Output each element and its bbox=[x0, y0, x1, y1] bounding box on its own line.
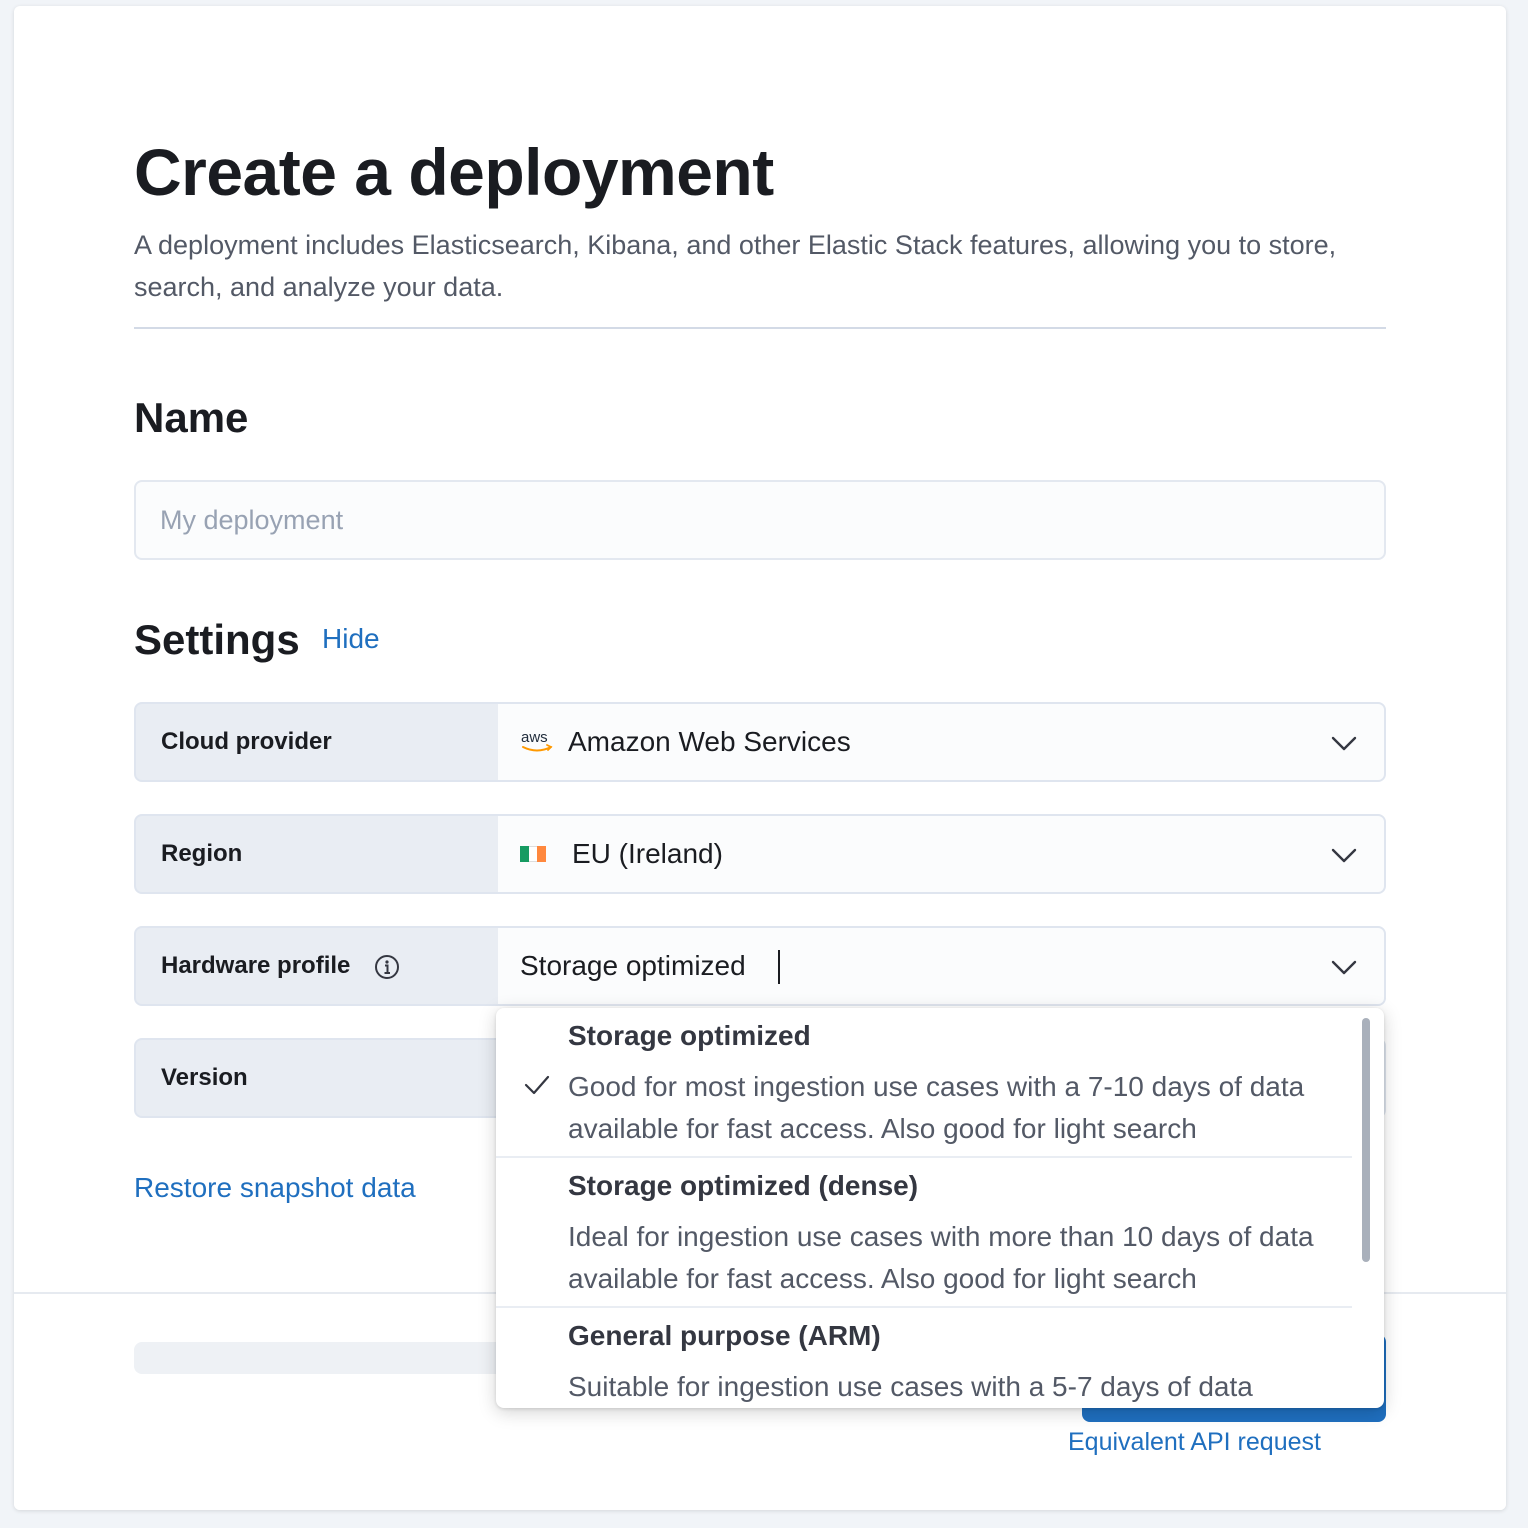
option-title: Storage optimized bbox=[568, 1020, 811, 1051]
hardware-profile-row: Hardware profile Storage optimized bbox=[134, 926, 1386, 1006]
region-label: Region bbox=[161, 840, 243, 867]
option-general-purpose-arm[interactable]: General purpose (ARM) Suitable for inges… bbox=[496, 1308, 1352, 1408]
ireland-flag-icon bbox=[520, 846, 547, 862]
hardware-profile-value: Storage optimized bbox=[520, 950, 746, 981]
text-caret bbox=[778, 950, 780, 984]
cloud-provider-value: Amazon Web Services bbox=[568, 726, 851, 757]
footer-placeholder bbox=[134, 1342, 534, 1374]
option-description: Good for most ingestion use cases with a… bbox=[568, 1071, 1305, 1144]
divider bbox=[134, 327, 1386, 329]
info-icon[interactable] bbox=[374, 954, 400, 980]
hardware-profile-dropdown: Storage optimized Good for most ingestio… bbox=[496, 1008, 1384, 1408]
name-section-title: Name bbox=[134, 394, 249, 441]
region-row: Region EU (Ireland) bbox=[134, 814, 1386, 894]
region-value: EU (Ireland) bbox=[572, 838, 723, 869]
page-title: Create a deployment bbox=[134, 135, 774, 209]
option-storage-optimized-dense[interactable]: Storage optimized (dense) Ideal for inge… bbox=[496, 1158, 1352, 1308]
cloud-provider-label: Cloud provider bbox=[161, 728, 332, 755]
option-title: General purpose (ARM) bbox=[568, 1320, 881, 1351]
hardware-profile-label: Hardware profile bbox=[161, 952, 351, 979]
region-select[interactable]: EU (Ireland) bbox=[498, 816, 1384, 892]
dropdown-scrollbar[interactable] bbox=[1362, 1018, 1370, 1262]
option-title: Storage optimized (dense) bbox=[568, 1170, 919, 1201]
cloud-provider-row: Cloud provider aws Amazon Web Services bbox=[134, 702, 1386, 782]
hide-settings-link[interactable]: Hide bbox=[322, 623, 380, 655]
option-description: Suitable for ingestion use cases with a … bbox=[568, 1371, 1253, 1402]
check-icon bbox=[524, 1075, 550, 1095]
settings-section-title: Settings bbox=[134, 616, 300, 663]
chevron-down-icon bbox=[1331, 736, 1357, 751]
page-description: A deployment includes Elasticsearch, Kib… bbox=[134, 230, 1337, 302]
aws-logo-icon: aws bbox=[521, 729, 553, 752]
restore-snapshot-link[interactable]: Restore snapshot data bbox=[134, 1172, 416, 1204]
chevron-down-icon bbox=[1331, 960, 1357, 975]
deployment-name-input[interactable] bbox=[134, 480, 1386, 560]
equivalent-api-request-link[interactable]: Equivalent API request bbox=[1068, 1428, 1321, 1457]
svg-text:aws: aws bbox=[521, 729, 548, 746]
option-description: Ideal for ingestion use cases with more … bbox=[568, 1221, 1314, 1294]
hardware-profile-select[interactable]: Storage optimized bbox=[498, 928, 1384, 1004]
cloud-provider-select[interactable]: aws Amazon Web Services bbox=[498, 704, 1384, 780]
chevron-down-icon bbox=[1331, 848, 1357, 863]
version-label: Version bbox=[161, 1064, 248, 1091]
option-storage-optimized[interactable]: Storage optimized Good for most ingestio… bbox=[496, 1008, 1352, 1158]
